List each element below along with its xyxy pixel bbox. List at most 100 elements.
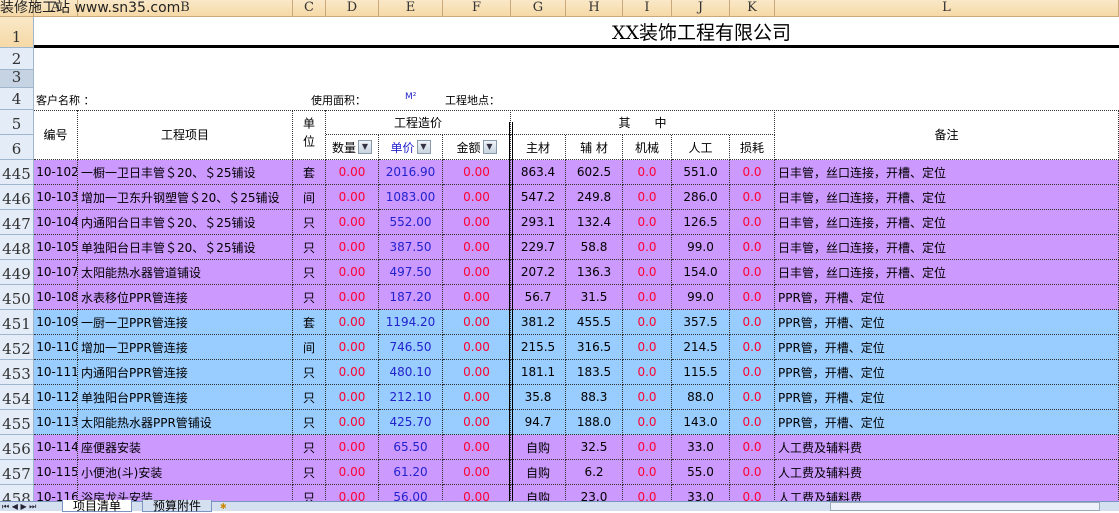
cell-item[interactable]: 单独阳台日丰管＄20、＄25铺设 — [78, 235, 293, 260]
cell-mach[interactable]: 0.0 — [623, 410, 672, 435]
cell-unit[interactable]: 套 — [293, 310, 326, 335]
column-header-I[interactable]: I — [623, 0, 672, 17]
sheet-tab-1[interactable]: 预算附件 — [142, 500, 213, 512]
cell-note[interactable]: 日丰管，丝口连接，开槽、定位 — [775, 185, 1119, 210]
column-header-H[interactable]: H — [566, 0, 623, 17]
cell-qty[interactable]: 0.00 — [326, 385, 379, 410]
cell-unit[interactable]: 只 — [293, 360, 326, 385]
cell-main[interactable]: 181.1 — [511, 360, 566, 385]
cell-price[interactable]: 1194.20 — [379, 310, 443, 335]
row-header-455[interactable]: 455 — [0, 410, 34, 435]
cell-qty[interactable]: 0.00 — [326, 235, 379, 260]
sheet-tab-0[interactable]: 项目清单 — [62, 500, 133, 512]
cell-amount[interactable]: 0.00 — [443, 335, 511, 360]
row-header-446[interactable]: 446 — [0, 185, 34, 210]
cell-labor[interactable]: 143.0 — [672, 410, 730, 435]
cell-qty[interactable]: 0.00 — [326, 185, 379, 210]
column-header-F[interactable]: F — [443, 0, 511, 17]
cell-mach[interactable]: 0.0 — [623, 260, 672, 285]
cell-item[interactable]: 太阳能热水器管道铺设 — [78, 260, 293, 285]
cell-unit[interactable]: 只 — [293, 210, 326, 235]
cell-mach[interactable]: 0.0 — [623, 210, 672, 235]
cell-qty[interactable]: 0.00 — [326, 360, 379, 385]
row-header-5[interactable]: 5 — [0, 110, 34, 135]
cell-note[interactable]: PPR管，开槽、定位 — [775, 335, 1119, 360]
column-header-D[interactable]: D — [326, 0, 379, 17]
cell-code[interactable]: 10-110 — [34, 335, 78, 360]
cell-mach[interactable]: 0.0 — [623, 310, 672, 335]
cell-item[interactable]: 内通阳台日丰管＄20、＄25铺设 — [78, 210, 293, 235]
cell-mach[interactable]: 0.0 — [623, 335, 672, 360]
filter-dropdown-icon[interactable]: ▼ — [358, 140, 372, 154]
cell-aux[interactable]: 183.5 — [566, 360, 623, 385]
cell-main[interactable]: 215.5 — [511, 335, 566, 360]
horizontal-scrollbar[interactable] — [830, 502, 1100, 511]
cell-main[interactable]: 863.4 — [511, 160, 566, 185]
cell-code[interactable]: 10-115 — [34, 460, 78, 485]
cell-loss[interactable]: 0.0 — [730, 335, 775, 360]
cell-amount[interactable]: 0.00 — [443, 260, 511, 285]
column-header-L[interactable]: L — [775, 0, 1119, 17]
cell-main[interactable]: 自购 — [511, 435, 566, 460]
cell-loss[interactable]: 0.0 — [730, 160, 775, 185]
cell-main[interactable]: 293.1 — [511, 210, 566, 235]
cell-mach[interactable]: 0.0 — [623, 435, 672, 460]
tab-scroll-buttons[interactable]: ⏮ ◀ ▶ ⏭ — [2, 502, 36, 511]
cell-loss[interactable]: 0.0 — [730, 385, 775, 410]
cell-note[interactable]: PPR管，开槽、定位 — [775, 310, 1119, 335]
cell-unit[interactable]: 只 — [293, 460, 326, 485]
cell-code[interactable]: 10-113 — [34, 410, 78, 435]
row-header-2[interactable]: 2 — [0, 48, 34, 70]
cell-aux[interactable]: 88.3 — [566, 385, 623, 410]
row-header-457[interactable]: 457 — [0, 460, 34, 485]
cell-aux[interactable]: 32.5 — [566, 435, 623, 460]
cell-aux[interactable]: 58.8 — [566, 235, 623, 260]
cell-item[interactable]: 座便器安装 — [78, 435, 293, 460]
cell-amount[interactable]: 0.00 — [443, 410, 511, 435]
insert-sheet-icon[interactable]: ✱ — [220, 502, 234, 511]
cell-labor[interactable]: 88.0 — [672, 385, 730, 410]
cell-mach[interactable]: 0.0 — [623, 385, 672, 410]
cell-code[interactable]: 10-102 — [34, 160, 78, 185]
cell-loss[interactable]: 0.0 — [730, 360, 775, 385]
cell-labor[interactable]: 99.0 — [672, 285, 730, 310]
cell-labor[interactable]: 99.0 — [672, 235, 730, 260]
cell-unit[interactable]: 只 — [293, 285, 326, 310]
cell-price[interactable]: 212.10 — [379, 385, 443, 410]
header-qty[interactable]: 数量 ▼ — [326, 135, 379, 160]
cell-loss[interactable]: 0.0 — [730, 185, 775, 210]
cell-main[interactable]: 94.7 — [511, 410, 566, 435]
cell-item[interactable]: 增加一卫东升钢塑管＄20、＄25铺设 — [78, 185, 293, 210]
cell-price[interactable]: 187.20 — [379, 285, 443, 310]
cell-code[interactable]: 10-104 — [34, 210, 78, 235]
row-header-450[interactable]: 450 — [0, 285, 34, 310]
cell-labor[interactable]: 115.5 — [672, 360, 730, 385]
cell-unit[interactable]: 只 — [293, 385, 326, 410]
cell-price[interactable]: 65.50 — [379, 435, 443, 460]
cell-qty[interactable]: 0.00 — [326, 335, 379, 360]
cell-labor[interactable]: 214.5 — [672, 335, 730, 360]
cell-item[interactable]: 水表移位PPR管连接 — [78, 285, 293, 310]
cell-labor[interactable]: 126.5 — [672, 210, 730, 235]
cell-item[interactable]: 一橱一卫日丰管＄20、＄25铺设 — [78, 160, 293, 185]
cell-unit[interactable]: 只 — [293, 260, 326, 285]
cell-code[interactable]: 10-114 — [34, 435, 78, 460]
cell-loss[interactable]: 0.0 — [730, 435, 775, 460]
cell-price[interactable]: 1083.00 — [379, 185, 443, 210]
cell-price[interactable]: 387.50 — [379, 235, 443, 260]
cell-amount[interactable]: 0.00 — [443, 385, 511, 410]
cell-loss[interactable]: 0.0 — [730, 460, 775, 485]
cell-amount[interactable]: 0.00 — [443, 210, 511, 235]
cell-qty[interactable]: 0.00 — [326, 260, 379, 285]
cell-amount[interactable]: 0.00 — [443, 285, 511, 310]
cell-labor[interactable]: 286.0 — [672, 185, 730, 210]
cell-qty[interactable]: 0.00 — [326, 435, 379, 460]
cell-price[interactable]: 61.20 — [379, 460, 443, 485]
cell-aux[interactable]: 132.4 — [566, 210, 623, 235]
row-header-4[interactable]: 4 — [0, 88, 34, 110]
cell-code[interactable]: 10-112 — [34, 385, 78, 410]
cell-mach[interactable]: 0.0 — [623, 235, 672, 260]
cell-note[interactable]: PPR管，开槽、定位 — [775, 360, 1119, 385]
column-header-G[interactable]: G — [511, 0, 566, 17]
header-amount[interactable]: 金额 ▼ — [443, 135, 511, 160]
